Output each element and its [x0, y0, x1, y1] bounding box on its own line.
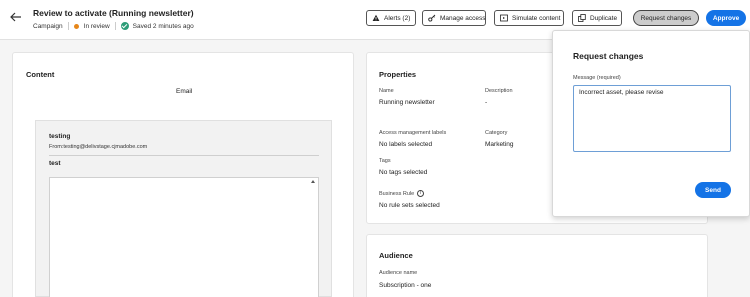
audience-name-label: Audience name — [379, 270, 418, 276]
saved-status: Saved 2 minutes ago — [132, 22, 194, 30]
email-preview: testing From:testing@delivstage.cjmadobe… — [35, 120, 332, 297]
back-arrow-icon[interactable] — [9, 10, 23, 24]
sender-address: From:testing@delivstage.cjmadobe.com — [49, 144, 148, 150]
scroll-up-icon[interactable] — [311, 180, 315, 183]
tags-label: Tags — [379, 158, 391, 164]
business-rule-label: Business Rule i — [379, 190, 425, 197]
name-value: Running newsletter — [379, 99, 435, 106]
email-body-frame[interactable] — [49, 177, 319, 297]
page-title: Review to activate (Running newsletter) — [33, 8, 194, 18]
key-icon — [428, 14, 436, 22]
category-value: Marketing — [485, 141, 514, 148]
request-changes-button[interactable]: Request changes — [633, 10, 699, 26]
business-rule-value: No rule sets selected — [379, 202, 440, 209]
message-textarea[interactable]: Incorrect asset, please revise — [573, 85, 731, 152]
simulate-content-label: Simulate content — [512, 14, 561, 22]
description-label: Description — [485, 88, 513, 94]
duplicate-icon — [578, 14, 586, 22]
name-label: Name — [379, 88, 394, 94]
status-badge: In review — [83, 22, 110, 30]
divider — [67, 22, 69, 30]
alerts-button[interactable]: Alerts (2) — [366, 10, 416, 26]
message-label: Message (required) — [573, 75, 621, 81]
channel-label: Email — [176, 88, 193, 95]
divider — [49, 155, 319, 156]
popover-title: Request changes — [573, 51, 644, 61]
email-subject: test — [49, 160, 61, 167]
tags-value: No tags selected — [379, 169, 428, 176]
business-rule-text: Business Rule — [379, 190, 415, 197]
send-button[interactable]: Send — [695, 182, 731, 198]
category-label: Category — [485, 130, 508, 136]
audience-title: Audience — [379, 251, 413, 260]
alert-icon — [372, 14, 380, 22]
manage-access-button[interactable]: Manage access — [422, 10, 486, 26]
manage-access-label: Manage access — [440, 14, 486, 22]
properties-title: Properties — [379, 70, 417, 79]
access-labels-label: Access management labels — [379, 130, 447, 136]
saved-check-icon — [120, 22, 129, 30]
info-icon[interactable]: i — [417, 190, 425, 197]
request-changes-popover: Request changes Message (required) Incor… — [552, 30, 750, 217]
duplicate-button[interactable]: Duplicate — [572, 10, 622, 26]
sender-name: testing — [49, 133, 71, 140]
audience-name-value: Subscription - one — [379, 282, 432, 289]
campaign-meta: Campaign In review Saved 2 minutes ago — [33, 22, 194, 30]
description-value: - — [485, 99, 488, 106]
divider — [114, 22, 116, 30]
alerts-label: Alerts (2) — [384, 14, 411, 22]
status-dot-icon — [73, 23, 79, 29]
campaign-type: Campaign — [33, 22, 63, 30]
approve-button[interactable]: Approve — [706, 10, 746, 26]
content-title: Content — [26, 70, 55, 79]
audience-panel: Audience Audience name Subscription - on… — [366, 234, 708, 297]
access-labels-value: No labels selected — [379, 141, 433, 148]
simulate-icon — [500, 14, 508, 22]
simulate-content-button[interactable]: Simulate content — [494, 10, 564, 26]
duplicate-label: Duplicate — [590, 14, 618, 22]
